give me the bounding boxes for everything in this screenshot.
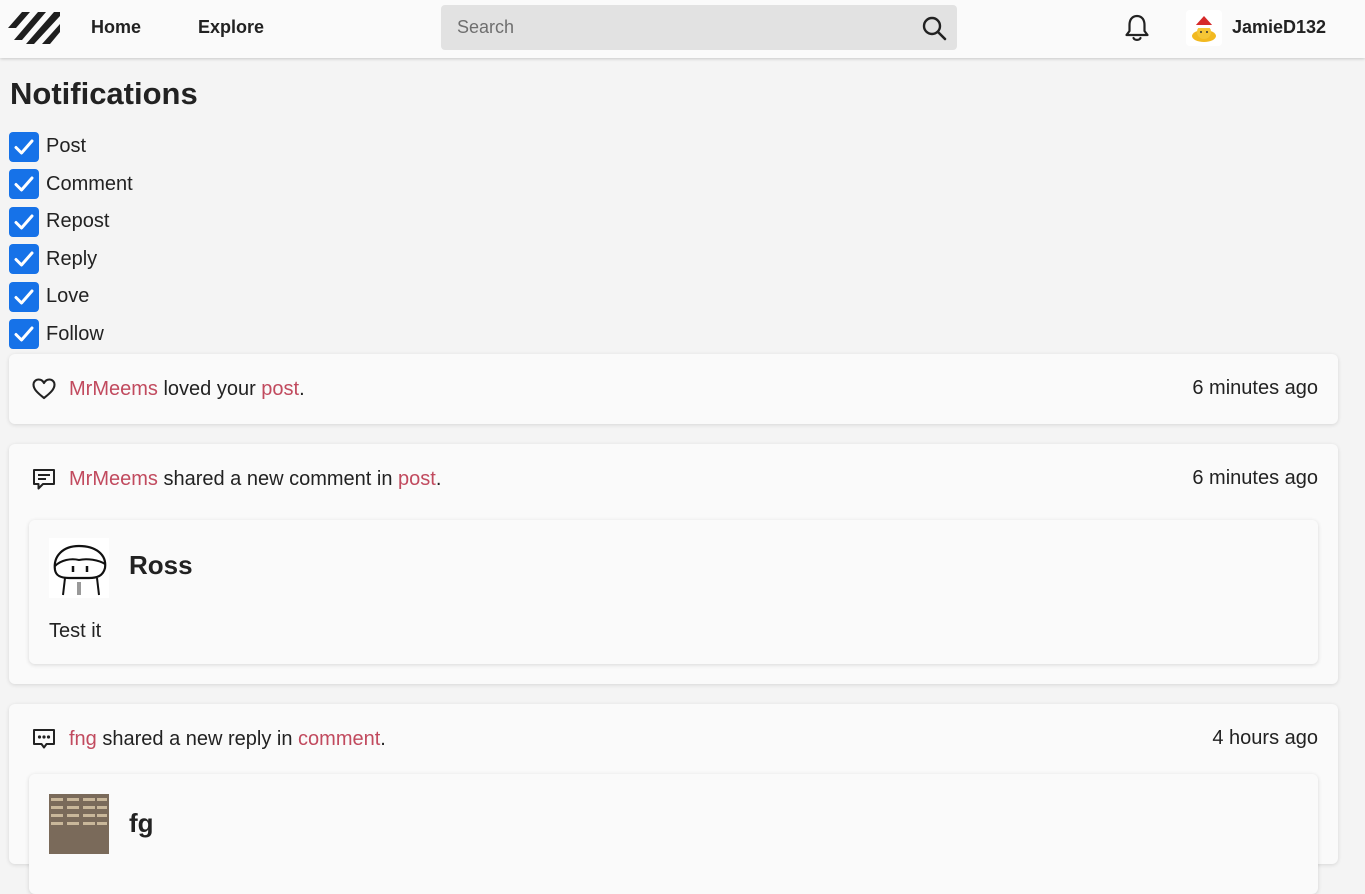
notification-filters: Post Comment Repost Reply Love Follow [9, 128, 133, 353]
filter-checkbox[interactable] [9, 131, 39, 162]
username-label[interactable]: JamieD132 [1232, 17, 1326, 38]
author-avatar[interactable] [49, 538, 109, 598]
filter-checkbox[interactable] [9, 206, 39, 237]
search-icon[interactable] [921, 15, 947, 41]
checkmark-icon [14, 139, 34, 155]
filter-checkbox[interactable] [9, 169, 39, 200]
filter-repost[interactable]: Repost [9, 203, 133, 241]
reply-icon [33, 729, 55, 749]
filter-label: Love [46, 285, 90, 308]
notification-end: . [299, 377, 305, 400]
checkmark-icon [14, 326, 34, 342]
notification-end: . [380, 727, 386, 750]
search-bar [441, 5, 957, 50]
actor-link[interactable]: fng [69, 728, 97, 750]
notification-time: 6 minutes ago [1192, 377, 1318, 399]
filter-checkbox[interactable] [9, 281, 39, 312]
heart-icon [32, 378, 56, 400]
page-title: Notifications [10, 76, 198, 111]
notification-message: fng shared a new reply in comment. [31, 726, 386, 752]
checkmark-icon [14, 214, 34, 230]
logo-icon[interactable] [8, 10, 60, 46]
notification-card: MrMeems loved your post. 6 minutes ago [9, 354, 1338, 424]
notification-end: . [435, 467, 442, 490]
notification-text: shared a new comment in [157, 467, 399, 490]
filter-checkbox[interactable] [9, 319, 39, 350]
avatar-image [1186, 10, 1222, 46]
filter-love[interactable]: Love [9, 278, 133, 316]
notification-message: MrMeems loved your post. [31, 376, 305, 402]
checkmark-icon [14, 251, 34, 267]
nav-home-link[interactable]: Home [91, 17, 141, 38]
filter-comment[interactable]: Comment [9, 166, 133, 204]
notification-card: MrMeems shared a new comment in post. 6 … [9, 444, 1338, 684]
filter-follow[interactable]: Follow [9, 316, 133, 354]
actor-link[interactable]: MrMeems [69, 378, 158, 400]
author-name[interactable]: Ross [129, 550, 193, 581]
checkmark-icon [14, 289, 34, 305]
target-link[interactable]: post [261, 378, 299, 400]
filter-reply[interactable]: Reply [9, 241, 133, 279]
notification-time: 6 minutes ago [1192, 467, 1318, 489]
avatar-image [49, 794, 109, 854]
notification-text: loved your [157, 377, 262, 400]
avatar-image [49, 538, 109, 598]
filter-checkbox[interactable] [9, 244, 39, 275]
reply-preview[interactable]: fg [29, 774, 1318, 894]
target-link[interactable]: post [398, 468, 436, 490]
search-input[interactable] [441, 5, 911, 50]
target-link[interactable]: comment [298, 728, 380, 750]
nav-explore-link[interactable]: Explore [198, 17, 264, 38]
comment-preview[interactable]: Ross Test it [29, 520, 1318, 664]
notification-message: MrMeems shared a new comment in post. [31, 466, 441, 492]
filter-label: Post [46, 135, 87, 158]
user-avatar[interactable] [1186, 10, 1222, 46]
bell-icon[interactable] [1122, 13, 1152, 43]
author-avatar[interactable] [49, 794, 109, 854]
filter-label: Repost [46, 210, 110, 233]
comment-text: Test it [49, 620, 102, 642]
top-bar: Home Explore JamieD132 [0, 0, 1365, 58]
filter-label: Follow [46, 322, 104, 345]
comment-icon [33, 469, 55, 490]
notification-card: fng shared a new reply in comment. 4 hou… [9, 704, 1338, 894]
author-name[interactable]: fg [129, 808, 154, 839]
filter-label: Comment [46, 172, 133, 195]
filter-post[interactable]: Post [9, 128, 133, 166]
notification-time: 4 hours ago [1212, 727, 1318, 749]
actor-link[interactable]: MrMeems [69, 468, 158, 490]
notification-text: shared a new reply in [96, 727, 299, 750]
checkmark-icon [14, 176, 34, 192]
filter-label: Reply [46, 247, 98, 270]
